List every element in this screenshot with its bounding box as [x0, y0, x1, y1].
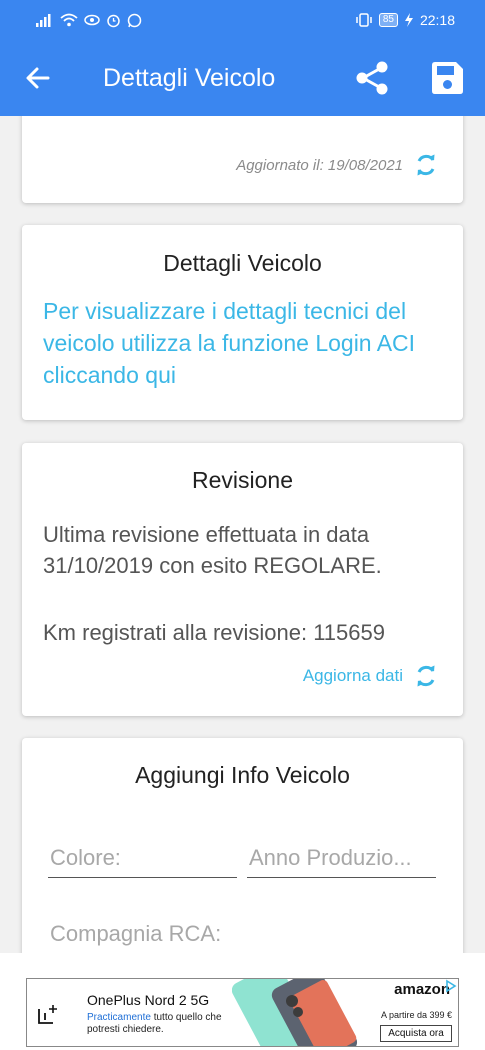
share-button[interactable] [354, 60, 390, 96]
updated-text: Aggiornato il: 19/08/2021 [236, 156, 403, 174]
vehicle-details-title: Dettagli Veicolo [163, 250, 322, 276]
status-card: Aggiornato il: 19/08/2021 [22, 116, 463, 203]
updated-row: Aggiornato il: 19/08/2021 [236, 152, 439, 178]
ad-banner[interactable]: OnePlus Nord 2 5G Practicamente tutto qu… [26, 978, 459, 1047]
wifi-icon [60, 13, 78, 27]
login-aci-link[interactable]: Per visualizzare i dettagli tecnici del … [43, 295, 443, 391]
add-vehicle-info-card: Aggiungi Info Veicolo [22, 738, 463, 953]
content-scroll[interactable]: Aggiornato il: 19/08/2021 Dettagli Veico… [0, 116, 485, 953]
revision-card: Revisione Ultima revisione effettuata in… [22, 443, 463, 716]
save-button[interactable] [428, 59, 466, 97]
ad-subtitle: Practicamente tutto quello che potresti … [87, 1012, 237, 1036]
eye-icon [84, 14, 100, 26]
phone-image [232, 979, 358, 1046]
alarm-icon [107, 14, 120, 27]
back-button[interactable] [22, 62, 54, 94]
refresh-data-label: Aggiorna dati [302, 666, 403, 685]
revision-text: Ultima revisione effettuata in data 31/1… [43, 522, 382, 578]
status-icons-right: 85 22:18 [355, 10, 455, 30]
ad-subtitle-highlight: Practicamente [87, 1012, 151, 1023]
app-bar: Dettagli Veicolo [0, 40, 485, 116]
whatsapp-icon [127, 13, 142, 27]
revision-title: Revisione [192, 467, 293, 493]
revision-km-text: Km registrati alla revisione: 115659 [43, 620, 385, 645]
sync-icon [417, 665, 435, 687]
adchoices-icon[interactable] [444, 979, 458, 993]
status-bar: 85 22:18 [0, 0, 485, 40]
arrow-back-icon [26, 67, 50, 89]
color-field[interactable] [48, 838, 237, 878]
ad-price: A partire da 399 € [380, 1010, 452, 1020]
ad-brand: amazon [394, 981, 450, 998]
status-icons-left [36, 10, 142, 30]
ad-cta-button[interactable]: Acquista ora [380, 1025, 452, 1042]
vibrate-icon [356, 13, 372, 27]
clock: 22:18 [419, 12, 455, 28]
refresh-data-button[interactable]: Aggiorna dati [303, 663, 439, 689]
signal-icon [36, 14, 51, 27]
production-year-field[interactable] [247, 838, 436, 878]
ad-title: OnePlus Nord 2 5G [87, 992, 210, 1008]
add-info-title: Aggiungi Info Veicolo [135, 762, 350, 788]
vehicle-details-card: Dettagli Veicolo Per visualizzare i dett… [22, 225, 463, 420]
sync-icon[interactable] [413, 152, 439, 178]
share-icon [356, 61, 388, 95]
ad-banner-area: OnePlus Nord 2 5G Practicamente tutto qu… [0, 953, 485, 1050]
insurance-company-field[interactable] [48, 914, 436, 953]
page-title: Dettagli Veicolo [103, 64, 276, 92]
save-icon [432, 62, 463, 94]
battery-level: 85 [378, 13, 398, 27]
charging-icon [404, 13, 413, 27]
oneplus-logo-icon [38, 1005, 57, 1024]
